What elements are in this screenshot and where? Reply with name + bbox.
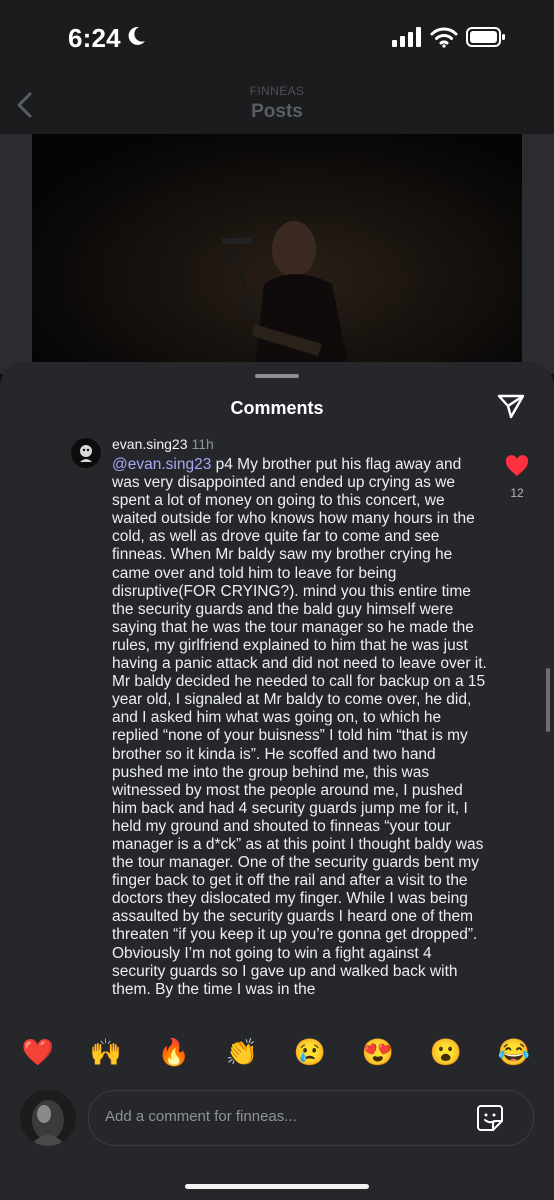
reaction-raised-hands[interactable]: 🙌: [86, 1030, 126, 1074]
wifi-icon: [430, 27, 458, 48]
reaction-clapping[interactable]: 👏: [222, 1030, 262, 1074]
nav-title: Posts: [251, 101, 303, 122]
comment-input-placeholder: Add a comment for finneas...: [105, 1108, 297, 1125]
sheet-drag-handle[interactable]: [255, 374, 299, 378]
status-time: 6:24: [68, 23, 121, 53]
comment-input[interactable]: Add a comment for finneas...: [88, 1090, 534, 1146]
paper-plane-icon[interactable]: [496, 392, 526, 420]
scrollbar[interactable]: [546, 668, 550, 732]
cellular-signal-icon: [392, 27, 421, 47]
quick-reactions-bar: ❤️ 🙌 🔥 👏 😢 😍 😮 😂: [0, 1030, 554, 1074]
like-count: 12: [510, 486, 524, 500]
post-side-left: [0, 134, 32, 374]
comment-body: @evan.sing23 p4 My brother put his flag …: [112, 456, 487, 1016]
comment-text: p4 My brother put his flag away and was …: [112, 456, 487, 998]
reaction-crying[interactable]: 😢: [290, 1030, 330, 1074]
sheet-title: Comments: [230, 398, 324, 418]
comment-header: evan.sing23 11h: [112, 436, 214, 452]
commenter-avatar[interactable]: [70, 437, 102, 469]
reaction-heart-eyes[interactable]: 😍: [358, 1030, 398, 1074]
post-side-right: [522, 134, 554, 374]
heart-icon[interactable]: [505, 455, 529, 477]
post-image[interactable]: [32, 134, 522, 374]
comment-username[interactable]: evan.sing23: [112, 436, 188, 452]
nav-subtitle: FINNEAS: [249, 84, 305, 98]
concert-photo: [222, 221, 350, 374]
moon-icon: [128, 26, 145, 45]
battery-icon: [466, 27, 505, 47]
user-avatar[interactable]: [20, 1090, 76, 1146]
home-indicator[interactable]: [185, 1184, 369, 1189]
comment-time-ago: 11h: [191, 436, 214, 452]
reaction-laughing[interactable]: 😂: [494, 1030, 534, 1074]
reaction-fire[interactable]: 🔥: [154, 1030, 194, 1074]
reaction-surprised[interactable]: 😮: [426, 1030, 466, 1074]
comment-mention[interactable]: @evan.sing23: [112, 456, 211, 473]
reaction-red-heart[interactable]: ❤️: [18, 1030, 58, 1074]
sticker-icon[interactable]: [475, 1103, 505, 1133]
status-bar: 6:24: [0, 0, 554, 74]
nav-header: FINNEAS Posts: [0, 74, 554, 134]
